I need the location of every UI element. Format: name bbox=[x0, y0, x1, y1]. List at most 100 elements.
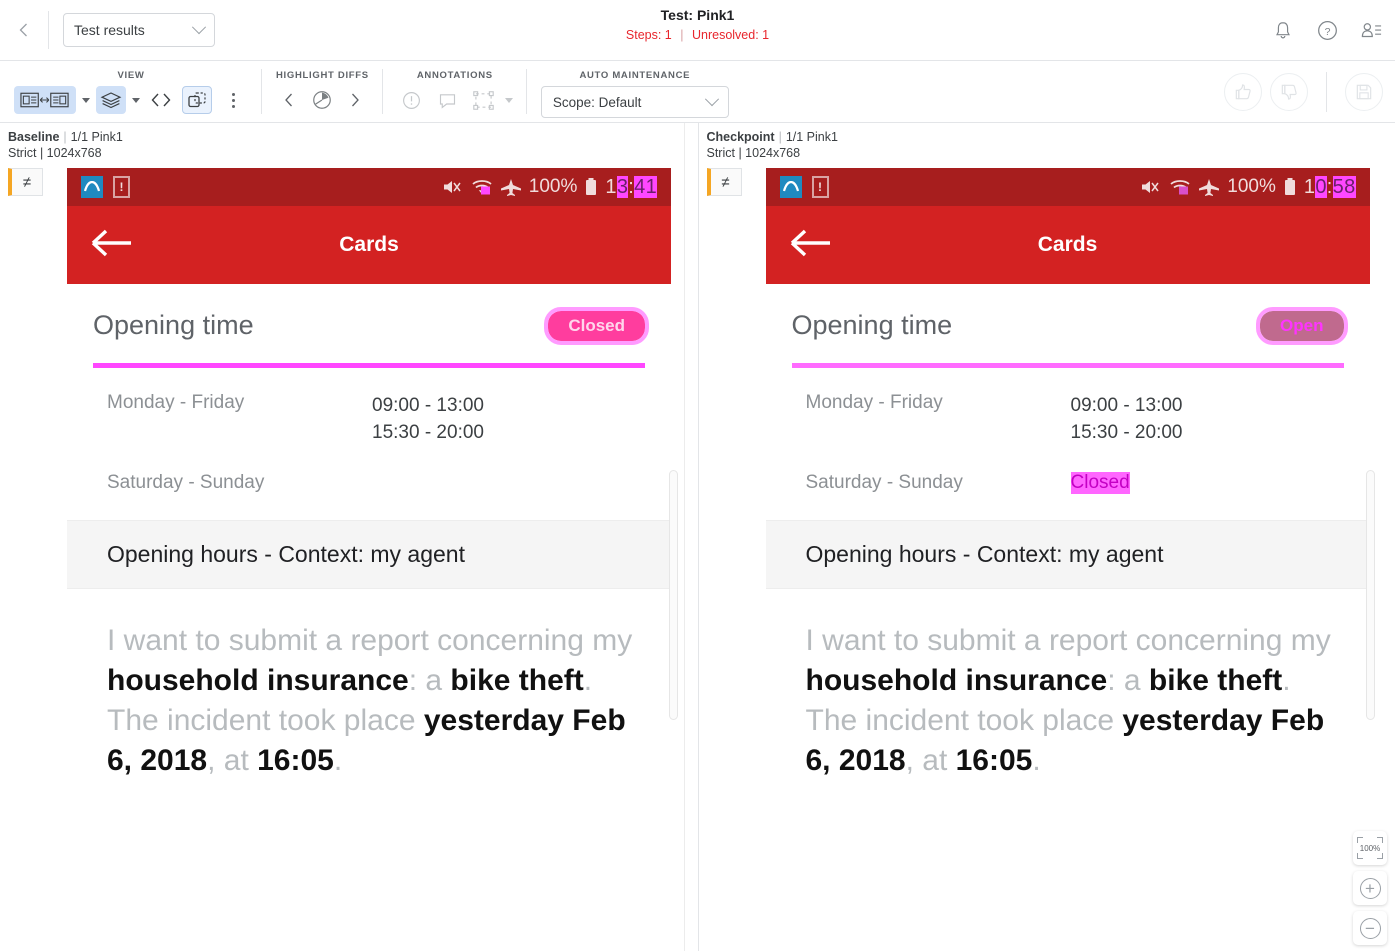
schedule-row: Saturday - Sunday Closed bbox=[806, 472, 1344, 494]
user-list-icon bbox=[1361, 22, 1382, 37]
overlay-icon bbox=[188, 92, 206, 108]
save-icon bbox=[1356, 84, 1372, 100]
app-bar-title: Cards bbox=[1037, 233, 1098, 256]
minus-icon: − bbox=[1359, 917, 1381, 939]
checkpoint-index: 1/1 Pink1 bbox=[785, 130, 838, 144]
checkpoint-app-bar: Cards bbox=[765, 206, 1370, 284]
zoom-controls: 100% + − bbox=[1353, 831, 1387, 945]
schedule-day: Saturday - Sunday bbox=[805, 472, 963, 493]
warning-icon: ! bbox=[113, 176, 130, 198]
body-span: The incident took place bbox=[805, 704, 1123, 737]
body-span: , bbox=[207, 744, 224, 777]
opening-time-title: Opening time bbox=[791, 310, 953, 340]
back-button[interactable] bbox=[0, 0, 48, 61]
baseline-status-bar: ! 100% 13:41 bbox=[67, 168, 671, 206]
schedule-value: Closed bbox=[1070, 472, 1130, 494]
code-view-button[interactable] bbox=[146, 86, 176, 114]
clock-part-diff-2: 58 bbox=[1332, 175, 1356, 198]
body-span: a bbox=[425, 664, 443, 697]
baseline-schedule: Monday - Friday 09:00 - 13:00 15:30 - 20… bbox=[67, 368, 671, 494]
bell-icon bbox=[1276, 21, 1290, 38]
clock-part-diff-2: 41 bbox=[634, 175, 657, 198]
toolbar-group-auto-maintenance-label: AUTO MAINTENANCE bbox=[579, 70, 691, 81]
thumbs-down-icon bbox=[1281, 84, 1297, 100]
zoom-out-button[interactable]: − bbox=[1353, 911, 1387, 945]
checkpoint-screenshot[interactable]: ! 100% 10:58 Cards Opening time Open Mon… bbox=[765, 168, 1370, 781]
help-icon: ? bbox=[1317, 21, 1337, 40]
battery-percent: 100% bbox=[528, 176, 578, 197]
body-span: I want to submit a report concerning my bbox=[107, 624, 633, 657]
mountain-icon bbox=[782, 181, 799, 192]
thumbs-down-button[interactable] bbox=[1270, 73, 1308, 111]
account-menu-button[interactable] bbox=[1357, 17, 1385, 45]
region-caret-icon[interactable] bbox=[504, 97, 513, 103]
next-diff-icon bbox=[352, 93, 360, 107]
body-span-bold: 16:05 bbox=[257, 744, 334, 777]
toolbar-group-annotations: ANNOTATIONS bbox=[383, 61, 527, 122]
body-span-bold: bike theft bbox=[450, 664, 584, 697]
baseline-screenshot[interactable]: ! 100% 13:41 Cards Opening time Closed M… bbox=[67, 168, 671, 781]
view-mode-select[interactable]: Test results bbox=[63, 13, 215, 47]
zoom-in-button[interactable]: + bbox=[1353, 871, 1387, 905]
toolbar-group-highlight-diffs-label: HIGHLIGHT DIFFS bbox=[276, 70, 369, 81]
help-button[interactable]: ? bbox=[1313, 17, 1341, 45]
checkpoint-inner-scrollbar[interactable] bbox=[1366, 470, 1375, 720]
clock-part-plain: 1 bbox=[1303, 175, 1316, 198]
body-span: at bbox=[223, 744, 258, 777]
status-badge: Open bbox=[1256, 306, 1348, 345]
thumbs-up-icon bbox=[1235, 84, 1251, 100]
layers-caret-icon[interactable] bbox=[132, 97, 140, 103]
svg-text:?: ? bbox=[1324, 26, 1330, 38]
layers-button[interactable] bbox=[96, 86, 126, 114]
next-diff-button[interactable] bbox=[343, 86, 367, 114]
zoom-fit-button[interactable]: 100% bbox=[1353, 831, 1387, 865]
schedule-row: Saturday - Sunday bbox=[107, 472, 645, 494]
app-icon bbox=[81, 176, 103, 198]
comparison-panes: Baseline | 1/1 Pink1 Strict | 1024x768 ≠ ! bbox=[0, 123, 1395, 951]
add-comment-button[interactable] bbox=[433, 86, 463, 114]
prev-diff-button[interactable] bbox=[277, 86, 301, 114]
baseline-app-bar: Cards bbox=[67, 206, 671, 284]
mute-icon bbox=[443, 181, 461, 193]
baseline-diff-marker[interactable]: ≠ bbox=[8, 168, 43, 196]
checkpoint-pane: Checkpoint | 1/1 Pink1 Strict | 1024x768 ≠… bbox=[697, 123, 1395, 951]
header-divider bbox=[48, 11, 49, 49]
checkpoint-body-text: I want to submit a report concerning my … bbox=[766, 589, 1370, 781]
scope-select[interactable]: Scope: Default bbox=[540, 86, 729, 118]
checkpoint-status-bar: ! 100% 10:58 bbox=[765, 168, 1370, 206]
comment-icon bbox=[440, 93, 456, 109]
schedule-day: Monday - Friday bbox=[805, 392, 943, 413]
zoom-fit-label: 100% bbox=[1359, 843, 1381, 853]
checkpoint-diff-marker[interactable]: ≠ bbox=[706, 168, 742, 196]
baseline-meta: Strict | 1024x768 bbox=[8, 146, 102, 160]
chevron-down-icon bbox=[191, 20, 207, 35]
schedule-row: Monday - Friday 09:00 - 13:00 15:30 - 20… bbox=[107, 392, 645, 446]
clock-colon: : bbox=[1326, 175, 1333, 198]
add-region-button[interactable] bbox=[469, 86, 499, 114]
body-span: , bbox=[905, 744, 923, 777]
add-issue-button[interactable] bbox=[397, 86, 427, 114]
body-span: I want to submit a report concerning my bbox=[805, 624, 1331, 657]
overlay-view-button[interactable] bbox=[182, 86, 212, 114]
toolbar-actions bbox=[1216, 61, 1395, 123]
thumbs-up-button[interactable] bbox=[1224, 73, 1262, 111]
more-icon bbox=[231, 92, 235, 108]
diff-target-icon bbox=[313, 91, 332, 109]
battery-icon bbox=[586, 178, 597, 195]
baseline-inner-scrollbar[interactable] bbox=[668, 470, 678, 720]
schedule-time-1: 09:00 - 13:00 bbox=[372, 395, 484, 416]
baseline-pane-header: Baseline | 1/1 Pink1 Strict | 1024x768 bbox=[0, 123, 698, 161]
body-span: . bbox=[333, 744, 343, 777]
body-span: . bbox=[583, 664, 593, 697]
view-layout-caret-icon[interactable] bbox=[82, 97, 90, 103]
toolbar: VIEW HIGHLIGHT DIFFS ANNOTATIONS AUTO MA… bbox=[0, 61, 1395, 123]
unresolved-count: Unresolved: 1 bbox=[691, 28, 770, 42]
side-by-side-view-button[interactable] bbox=[14, 86, 76, 114]
status-badge: Closed bbox=[544, 306, 649, 345]
toggle-diff-highlight-button[interactable] bbox=[307, 86, 337, 114]
baseline-kind-label: Baseline bbox=[8, 130, 60, 144]
baseline-context-title: Opening hours - Context: my agent bbox=[67, 520, 671, 589]
view-more-button[interactable] bbox=[218, 86, 248, 114]
notifications-button[interactable] bbox=[1269, 17, 1297, 45]
save-button[interactable] bbox=[1345, 73, 1383, 111]
